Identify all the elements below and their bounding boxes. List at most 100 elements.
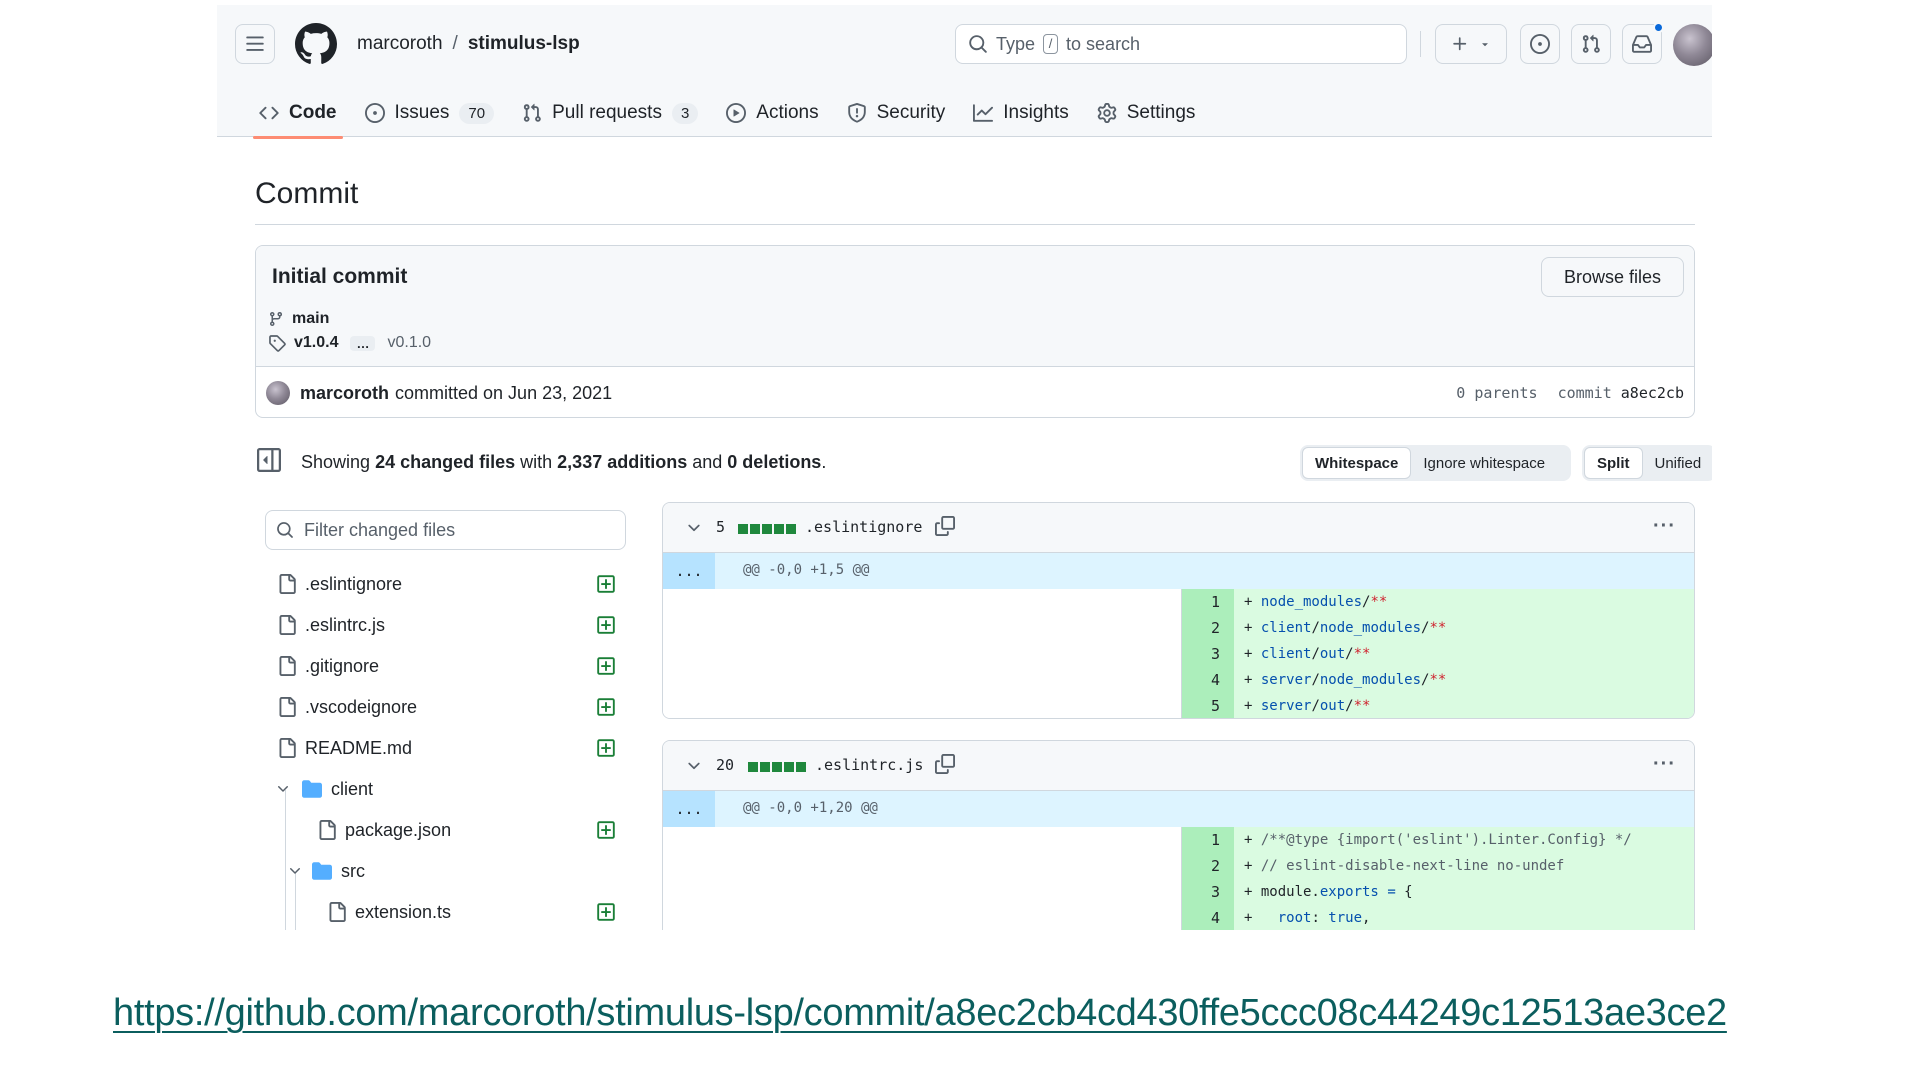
expand-hunk-button[interactable]: ... <box>663 791 715 827</box>
line-number[interactable]: 1 <box>1182 827 1234 853</box>
file-name: .gitignore <box>305 655 380 676</box>
pull-requests-button[interactable] <box>1571 24 1611 64</box>
notification-indicator <box>1653 22 1664 33</box>
commit-info-box: Initial commit Browse files main v1.0.4 … <box>255 245 1695 418</box>
page-title: Commit <box>255 177 359 210</box>
file-icon <box>279 738 296 758</box>
diff-file-header: 20 .eslintrc.js ··· <box>663 741 1694 791</box>
commit-header: Initial commit Browse files main v1.0.4 … <box>256 246 1694 367</box>
play-icon <box>726 103 747 123</box>
tree-folder-client[interactable]: client <box>265 774 626 804</box>
issues-button[interactable] <box>1520 24 1560 64</box>
diff-added-line: + root: true, <box>1234 905 1694 930</box>
user-avatar[interactable] <box>1673 24 1712 66</box>
expand-hunk-button[interactable]: ... <box>663 553 715 589</box>
whitespace-option[interactable]: Whitespace <box>1302 447 1412 479</box>
menu-button[interactable] <box>235 24 275 64</box>
file-name: .eslintrc.js <box>305 614 386 635</box>
tree-item-vscodeignore[interactable]: .vscodeignore <box>265 692 626 722</box>
ignore-whitespace-option[interactable]: Ignore whitespace <box>1411 447 1557 479</box>
github-logo-icon[interactable] <box>295 23 337 65</box>
commit-sha[interactable]: a8ec2cb <box>1621 384 1684 402</box>
file-added-icon <box>597 903 615 921</box>
tab-security[interactable]: Security <box>833 93 960 133</box>
split-view-option[interactable]: Split <box>1584 447 1643 479</box>
diff-filename[interactable]: .eslintignore <box>805 518 922 536</box>
diffstat-bar <box>748 762 806 772</box>
chevron-down-icon[interactable] <box>685 757 703 775</box>
tab-insights[interactable]: Insights <box>959 93 1082 133</box>
tab-issues[interactable]: Issues 70 <box>351 93 509 133</box>
global-header: marcoroth / stimulus-lsp Type / to searc… <box>217 5 1712 139</box>
file-icon <box>279 697 296 717</box>
hunk-range: @@ -0,0 +1,5 @@ <box>743 562 870 578</box>
hunk-header: ... @@ -0,0 +1,5 @@ <box>663 553 1694 589</box>
repo-owner-link[interactable]: marcoroth <box>357 33 443 55</box>
line-number[interactable]: 4 <box>1182 905 1234 930</box>
issues-count-badge: 70 <box>459 102 495 124</box>
code-icon <box>259 106 279 120</box>
diff-filename[interactable]: .eslintrc.js <box>815 756 923 774</box>
github-commit-screenshot: marcoroth / stimulus-lsp Type / to searc… <box>217 5 1712 930</box>
repo-name-link[interactable]: stimulus-lsp <box>468 33 580 55</box>
line-number[interactable]: 2 <box>1182 615 1234 641</box>
diff-added-line: + client/node_modules/** <box>1234 615 1694 641</box>
kebab-menu-icon[interactable]: ··· <box>1653 515 1676 538</box>
gear-icon <box>1097 103 1116 123</box>
inbox-icon <box>1632 35 1652 53</box>
line-number[interactable]: 3 <box>1182 879 1234 905</box>
sidebar-collapse-icon[interactable] <box>257 448 281 472</box>
git-branch-icon <box>269 312 282 327</box>
tree-folder-src[interactable]: src <box>265 856 626 886</box>
tab-settings[interactable]: Settings <box>1083 93 1210 133</box>
tag-oldest-link[interactable]: v0.1.0 <box>387 334 431 352</box>
diff-file-header: 5 .eslintignore ··· <box>663 503 1694 553</box>
summary-and: and <box>692 452 723 472</box>
tab-actions[interactable]: Actions <box>712 93 832 133</box>
filter-files-input[interactable]: Filter changed files <box>265 510 626 550</box>
diff-added-line: + server/node_modules/** <box>1234 667 1694 693</box>
unified-view-option[interactable]: Unified <box>1643 447 1713 479</box>
tag-latest-link[interactable]: v1.0.4 <box>294 334 338 352</box>
tree-item-package-json[interactable]: package.json <box>265 815 626 845</box>
branch-name-link[interactable]: main <box>292 310 329 328</box>
search-shortcut-key: / <box>1043 34 1059 54</box>
tree-item-eslintignore[interactable]: .eslintignore <box>265 569 626 599</box>
issue-opened-icon <box>1530 34 1550 54</box>
diff-added-line: + client/out/** <box>1234 641 1694 667</box>
repo-nav-tabs: Code Issues 70 Pull requests 3 Actions S… <box>245 93 1210 139</box>
kebab-menu-icon[interactable]: ··· <box>1653 753 1676 776</box>
copy-icon[interactable] <box>935 754 955 774</box>
line-number[interactable]: 1 <box>1182 589 1234 615</box>
line-number[interactable]: 3 <box>1182 641 1234 667</box>
tree-item-eslintrc[interactable]: .eslintrc.js <box>265 610 626 640</box>
commit-url-link[interactable]: https://github.com/marcoroth/stimulus-ls… <box>113 992 1727 1035</box>
tab-pull-requests[interactable]: Pull requests 3 <box>508 93 712 133</box>
create-new-button[interactable] <box>1435 24 1507 64</box>
search-input[interactable]: Type / to search <box>955 24 1407 64</box>
line-number[interactable]: 4 <box>1182 667 1234 693</box>
line-number[interactable]: 5 <box>1182 693 1234 718</box>
author-avatar[interactable] <box>266 381 290 405</box>
title-divider <box>255 224 1695 225</box>
header-divider <box>1420 31 1421 57</box>
copy-icon[interactable] <box>935 516 955 536</box>
chevron-down-icon[interactable] <box>685 519 703 537</box>
browse-files-button[interactable]: Browse files <box>1541 257 1684 297</box>
chevron-down-icon <box>278 786 288 792</box>
tree-item-gitignore[interactable]: .gitignore <box>265 651 626 681</box>
author-link[interactable]: marcoroth <box>300 383 389 404</box>
filter-placeholder: Filter changed files <box>304 519 456 540</box>
parents-count: 0 parents <box>1456 384 1538 402</box>
tree-item-readme[interactable]: README.md <box>265 733 626 763</box>
diffstat-bar <box>738 524 796 534</box>
more-tags-button[interactable]: … <box>350 335 376 351</box>
summary-end: . <box>821 452 827 472</box>
caret-down-icon <box>1482 43 1488 47</box>
tab-issues-label: Issues <box>394 102 450 123</box>
tree-item-extension-ts[interactable]: extension.ts <box>265 897 626 927</box>
tab-code[interactable]: Code <box>245 93 351 139</box>
line-number[interactable]: 2 <box>1182 853 1234 879</box>
hunk-range: @@ -0,0 +1,20 @@ <box>743 800 878 816</box>
file-icon <box>319 820 336 840</box>
